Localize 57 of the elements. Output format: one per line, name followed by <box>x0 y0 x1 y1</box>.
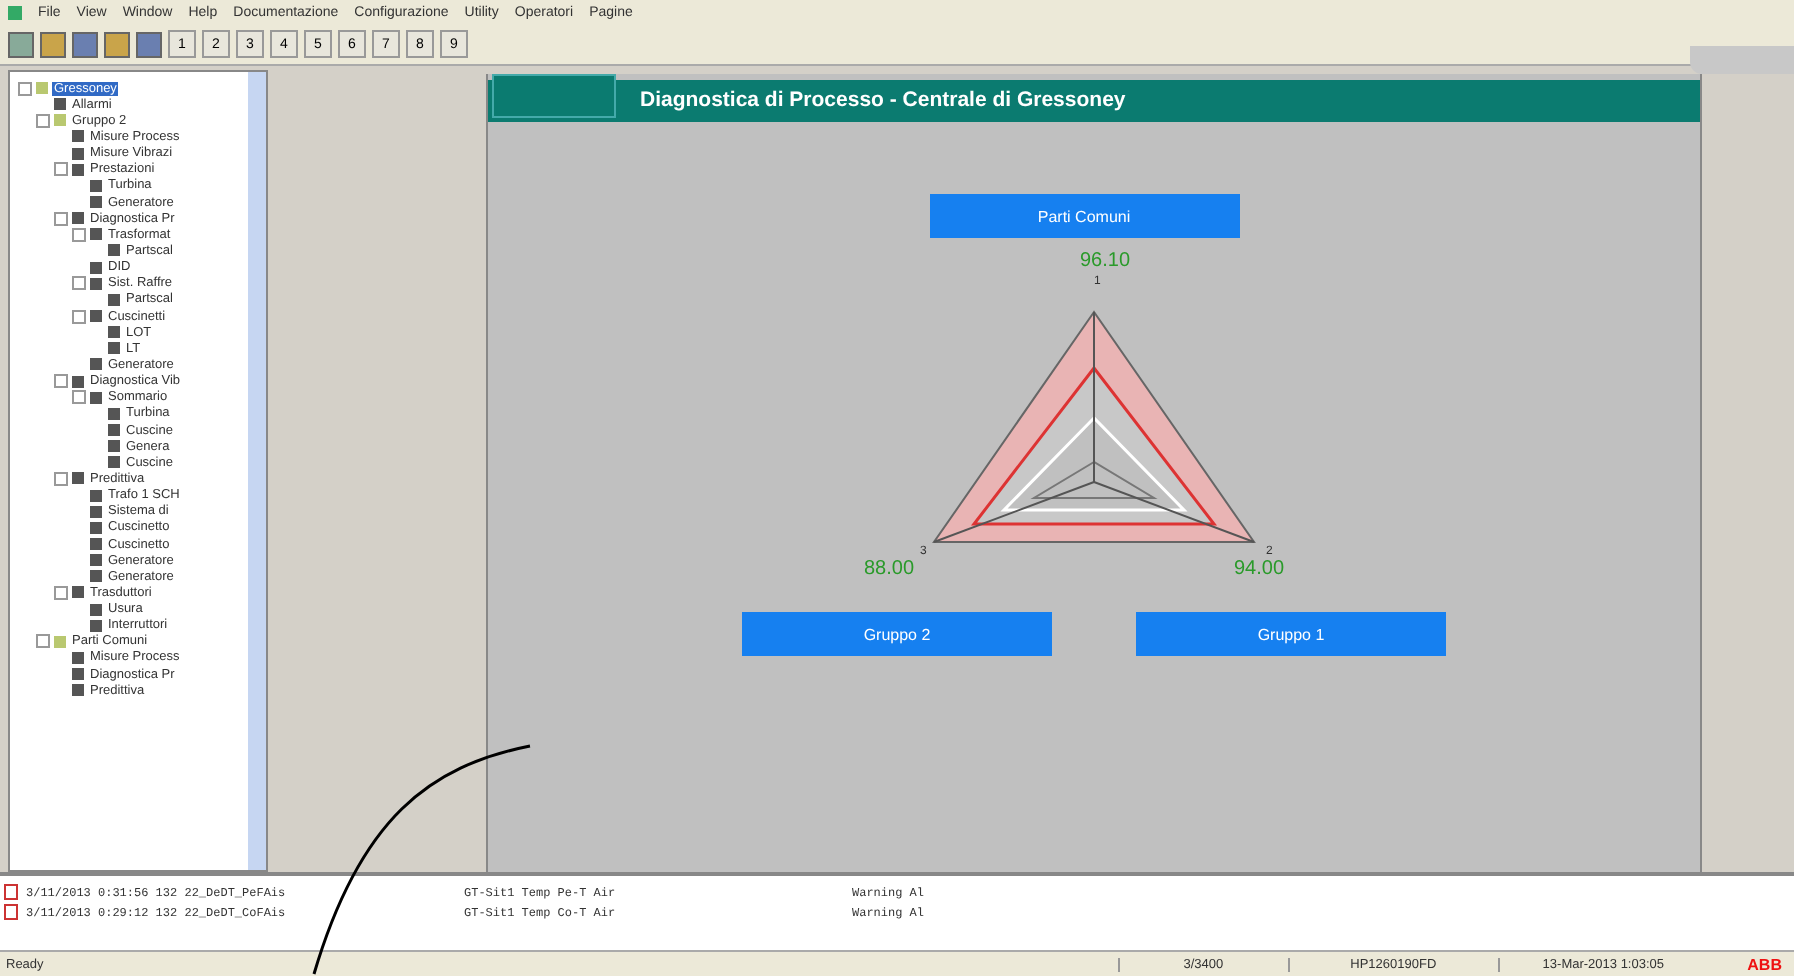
collapse-toggle-icon[interactable] <box>72 276 86 291</box>
node-icon <box>108 440 120 453</box>
node-icon <box>54 114 66 127</box>
node-icon <box>90 505 102 518</box>
node-icon <box>72 147 84 160</box>
node-icon <box>108 456 120 469</box>
node-icon <box>36 82 48 95</box>
node-icon <box>54 98 66 111</box>
node-icon <box>90 489 102 502</box>
node-icon <box>108 342 120 355</box>
group-button[interactable]: Gruppo 2 <box>742 612 1052 656</box>
radar-value: 88.00 <box>864 558 915 580</box>
panel-title: Diagnostica di Processo - Centrale di Gressoney <box>488 80 1700 122</box>
radar-value: 96.10 <box>1080 250 1131 272</box>
node-icon <box>108 326 120 339</box>
collapse-toggle-icon[interactable] <box>36 634 50 649</box>
node-icon <box>90 538 102 550</box>
node-icon <box>90 310 102 323</box>
node-icon <box>90 603 102 616</box>
node-icon <box>72 130 84 143</box>
scrollbar[interactable] <box>248 72 266 870</box>
header-block <box>492 74 616 118</box>
node-icon <box>90 521 102 534</box>
group-button[interactable]: Parti Comuni <box>929 194 1239 238</box>
radar-value: 94.00 <box>1234 558 1285 580</box>
node-icon <box>72 586 84 599</box>
node-icon <box>72 212 84 225</box>
collapse-toggle-icon[interactable] <box>36 113 50 128</box>
collapse-toggle-icon[interactable] <box>18 81 32 96</box>
node-icon <box>72 684 84 697</box>
node-icon <box>54 635 66 648</box>
collapse-toggle-icon[interactable] <box>54 585 68 600</box>
collapse-toggle-icon[interactable] <box>54 162 68 177</box>
node-icon <box>72 472 84 485</box>
group-button[interactable]: Gruppo 1 <box>1136 612 1446 656</box>
node-icon <box>90 179 102 192</box>
company-logo: ABB <box>1745 955 1784 973</box>
node-icon <box>90 228 102 241</box>
node-icon <box>72 163 84 176</box>
node-icon <box>108 424 120 437</box>
node-icon <box>90 261 102 274</box>
node-icon <box>90 196 102 209</box>
collapse-toggle-icon[interactable] <box>72 309 86 324</box>
node-icon <box>90 570 102 583</box>
node-icon <box>90 391 102 404</box>
node-icon <box>90 554 102 567</box>
node-icon <box>72 651 84 664</box>
node-icon <box>72 668 84 681</box>
node-icon <box>90 277 102 290</box>
node-icon <box>108 407 120 420</box>
node-icon <box>90 358 102 371</box>
node-icon <box>108 293 120 306</box>
node-icon <box>90 619 102 632</box>
collapse-toggle-icon[interactable] <box>54 471 68 486</box>
node-icon <box>72 375 84 388</box>
node-icon <box>108 244 120 257</box>
app-icon <box>8 5 22 19</box>
